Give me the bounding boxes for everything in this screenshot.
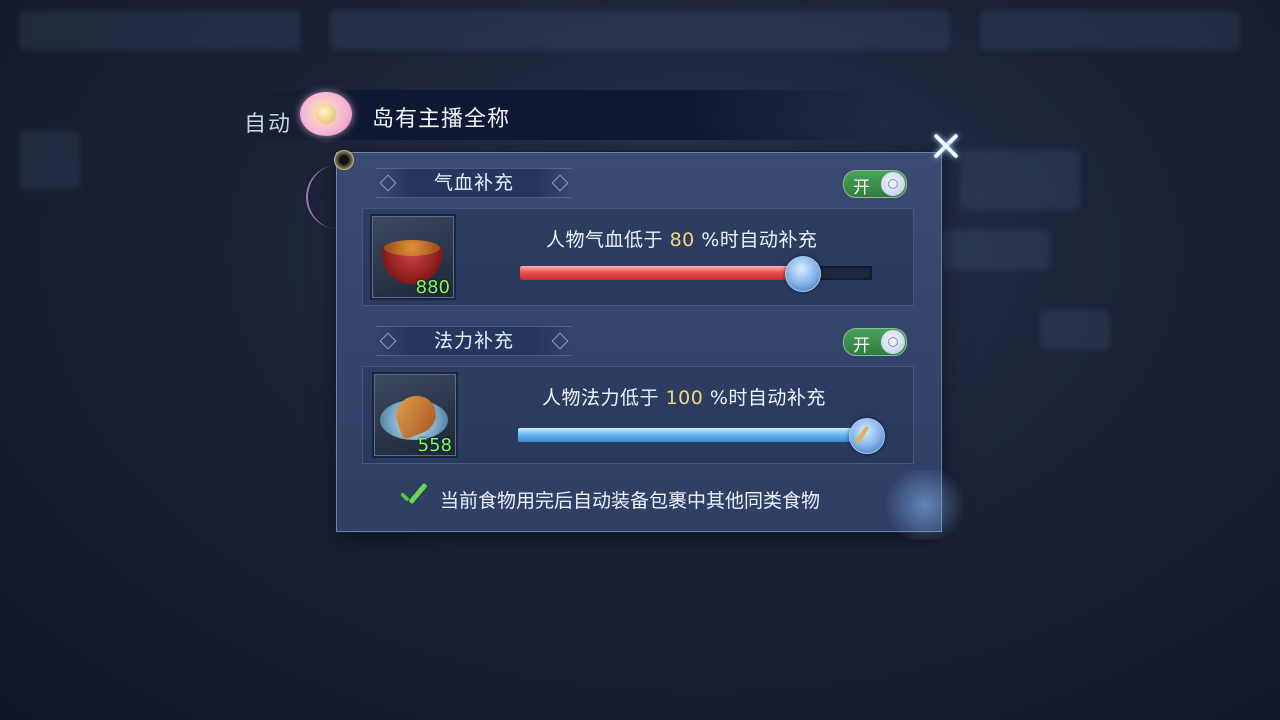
label-prefix: 人物法力低于 [542, 387, 660, 409]
hp-threshold-label: 人物气血低于 80 %时自动补充 [546, 225, 817, 252]
mp-slider-handle[interactable] [849, 418, 885, 454]
toggle-knob [881, 330, 905, 354]
section-title-mp: 法力补充 [376, 326, 572, 356]
label-suffix: %时自动补充 [701, 229, 818, 251]
hp-slider-handle[interactable] [784, 256, 821, 292]
mp-food-slot[interactable]: 558 [372, 372, 458, 458]
label-prefix: 人物气血低于 [546, 229, 664, 251]
toggle-label: 开 [853, 336, 870, 356]
threshold-value: 100 [665, 387, 704, 409]
streamer-avatar [300, 92, 352, 136]
hp-auto-toggle[interactable]: 开 [843, 170, 907, 198]
item-quantity: 880 [415, 277, 450, 298]
label-suffix: %时自动补充 [709, 387, 826, 409]
toggle-knob [881, 172, 905, 196]
threshold-value: 80 [669, 229, 695, 251]
auto-equip-label: 当前食物用完后自动装备包裹中其他同类食物 [440, 490, 821, 512]
mp-slider-track[interactable] [518, 428, 866, 442]
item-quantity: 558 [417, 435, 452, 456]
checkmark-icon [396, 482, 430, 516]
arrow-icon [854, 425, 870, 445]
toggle-label: 开 [853, 178, 870, 198]
hp-food-slot[interactable]: 880 [370, 214, 456, 300]
streamer-name-overlay: 岛有主播全称 [372, 107, 511, 132]
hp-slider-fill [520, 266, 802, 280]
mp-auto-toggle[interactable]: 开 [843, 328, 907, 356]
charm-ornament [334, 150, 354, 170]
dialog-title: 自动 [244, 112, 293, 137]
mp-slider-fill [518, 428, 866, 442]
close-button[interactable] [926, 128, 966, 164]
section-title-hp: 气血补充 [376, 168, 572, 198]
mp-threshold-label: 人物法力低于 100 %时自动补充 [542, 383, 826, 410]
